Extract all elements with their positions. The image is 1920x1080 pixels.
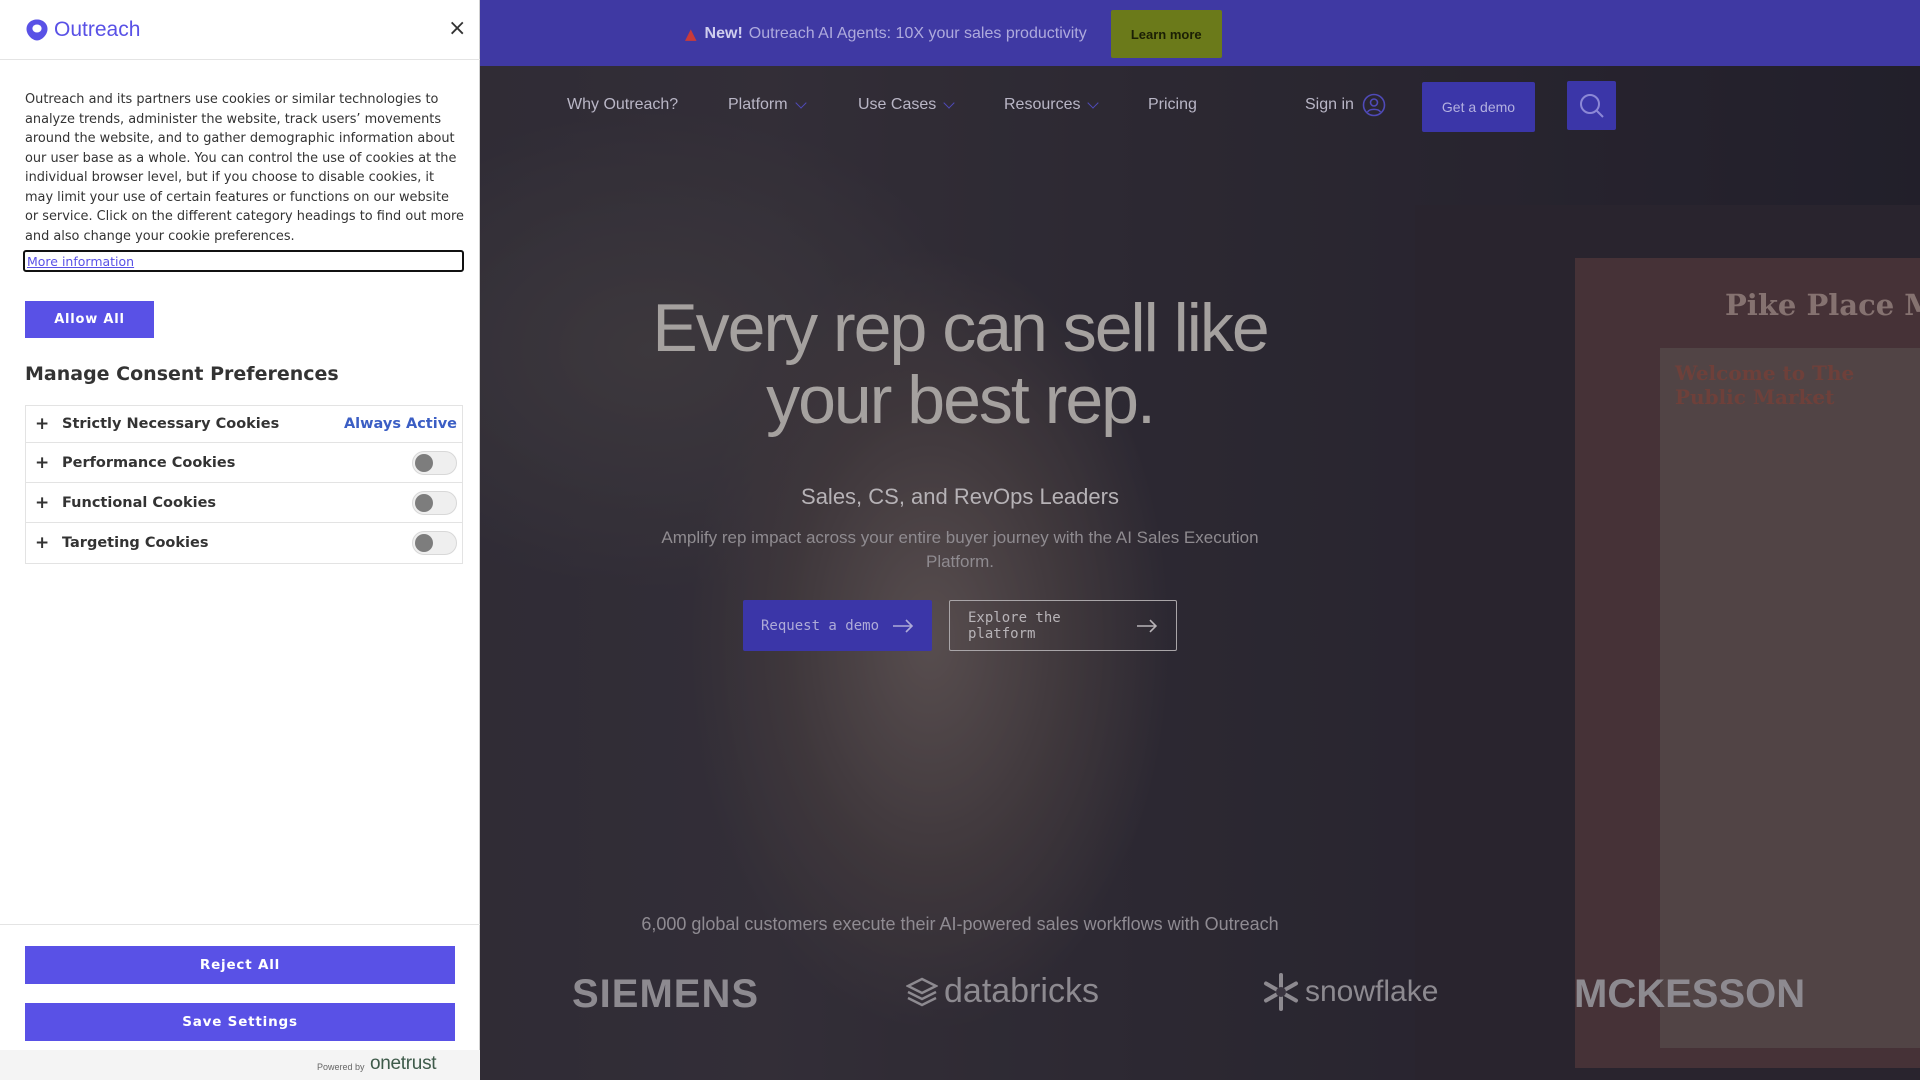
always-active-status: Always Active [343,416,457,432]
toggle-knob [415,493,433,512]
close-icon[interactable]: × [448,17,466,41]
targeting-cookies-toggle[interactable] [412,531,457,555]
hero-description: Amplify rep impact across your entire bu… [661,528,1259,571]
nav-label: Use Cases [858,96,937,113]
more-information-link[interactable]: More information [23,250,464,272]
chevron-down-icon [943,96,955,109]
toggle-knob [415,534,433,552]
nav-pricing[interactable]: Pricing [1148,96,1197,114]
request-demo-button[interactable]: Request a demo [743,600,932,651]
cookie-policy-text: Outreach and its partners use cookies or… [25,92,464,244]
promo-new-label: New! [704,25,743,42]
category-targeting[interactable]: + Targeting Cookies [26,523,462,563]
save-settings-button[interactable]: Save Settings [25,1003,455,1041]
nav-platform[interactable]: Platform [728,96,807,114]
customers-text: 6,000 global customers execute their AI-… [641,914,1279,934]
nav-label: Resources [1004,96,1081,113]
category-label: Strictly Necessary Cookies [62,416,280,432]
nav-resources[interactable]: Resources [1004,96,1100,114]
sign-in-link[interactable]: Sign in [1305,93,1386,117]
cookie-category-list: + Strictly Necessary Cookies Always Acti… [25,405,463,564]
hero-title: Every rep can sell like your best rep. [560,292,1360,436]
powered-by-label: Powered by [317,1062,365,1072]
nav-label: Pricing [1148,96,1197,113]
databricks-icon [906,977,938,1006]
user-icon [1362,93,1386,117]
nav-use-cases[interactable]: Use Cases [858,96,955,114]
snowflake-label: snowflake [1305,975,1439,1008]
outreach-logo: Outreach [25,18,140,42]
consent-footer: Reject All Save Settings Powered by onet… [0,924,480,1080]
databricks-logo: databricks [906,972,1099,1011]
category-functional[interactable]: + Functional Cookies [26,483,462,523]
expand-icon: + [35,533,50,553]
request-demo-label: Request a demo [761,617,880,634]
get-demo-button[interactable]: Get a demo [1422,82,1535,132]
expand-icon: + [35,452,50,473]
toggle-knob [415,453,433,472]
functional-cookies-toggle[interactable] [412,490,457,515]
cookie-consent-panel: Outreach × Outreach and its partners use… [0,0,480,1080]
reject-all-button[interactable]: Reject All [25,946,455,984]
category-label: Targeting Cookies [62,535,209,551]
hero-title-line2: your best rep. [766,362,1156,438]
expand-icon: + [35,414,50,434]
chevron-down-icon [794,96,807,109]
category-label: Performance Cookies [62,454,236,471]
outreach-logo-icon [26,19,48,41]
manage-consent-title: Manage Consent Preferences [25,363,339,385]
nav-label: Why Outreach? [567,96,679,113]
explore-platform-button[interactable]: Explore the platform [949,600,1177,651]
databricks-label: databricks [944,972,1099,1010]
mckesson-logo: MCKESSON [1574,972,1806,1016]
nav-label: Platform [728,96,788,113]
category-label: Functional Cookies [62,494,217,511]
learn-more-button[interactable]: Learn more [1110,10,1222,58]
promo-text: Outreach AI Agents: 10X your sales produ… [748,25,1087,42]
outreach-brand-name: Outreach [54,18,141,41]
chevron-down-icon [1087,96,1100,109]
siemens-logo: SIEMENS [572,972,760,1016]
arrow-right-icon [1137,618,1158,633]
onetrust-logo: onetrust [370,1053,437,1074]
expand-icon: + [35,492,50,513]
arrow-right-icon [893,618,914,633]
snowflake-logo: snowflake [1261,972,1438,1012]
category-performance[interactable]: + Performance Cookies [26,443,462,483]
hero-title-line1: Every rep can sell like [652,290,1269,366]
sign-in-label: Sign in [1305,96,1354,113]
consent-header: Outreach × [0,0,480,60]
hero-subtitle: Sales, CS, and RevOps Leaders [801,484,1119,509]
search-button[interactable] [1567,81,1616,130]
search-icon [1579,93,1604,118]
more-information-label: More information [27,254,135,269]
allow-all-button[interactable]: Allow All [25,301,154,338]
siren-icon: ▲ [685,25,697,43]
nav-why-outreach[interactable]: Why Outreach? [567,96,678,114]
category-strictly-necessary[interactable]: + Strictly Necessary Cookies Always Acti… [26,406,462,443]
performance-cookies-toggle[interactable] [412,450,457,475]
explore-platform-label: Explore the platform [968,609,1061,642]
powered-by-onetrust[interactable]: Powered by onetrust [0,1050,480,1080]
snowflake-icon [1264,973,1298,1011]
